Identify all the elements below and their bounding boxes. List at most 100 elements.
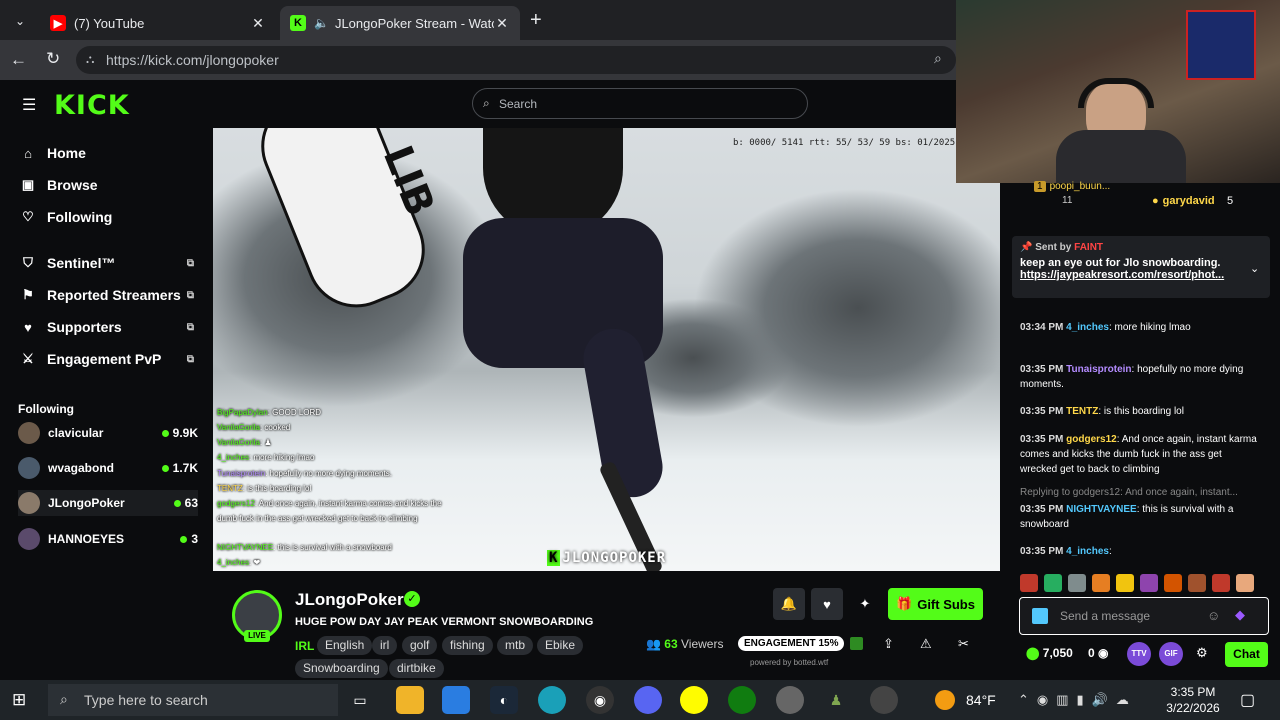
snapchat-icon[interactable] [680, 686, 708, 714]
start-icon[interactable]: ⊞ [12, 690, 26, 710]
kicks-balance[interactable]: 0 ◉ [1088, 646, 1109, 660]
stream-watermark: K JLONGOPOKER [547, 550, 667, 566]
bell-icon: 🔔 [780, 596, 798, 611]
store-icon[interactable] [442, 686, 470, 714]
menu-icon[interactable]: ☰ [22, 95, 36, 115]
taskbar-search-input[interactable]: ⌕ Type here to search [48, 684, 338, 716]
emote [1044, 574, 1062, 592]
tag[interactable]: dirtbike [389, 659, 444, 678]
pinned-message[interactable]: 📌 Sent by FAINT keep an eye out for Jlo … [1012, 236, 1270, 298]
tab-youtube[interactable]: ▶ (7) YouTube ✕ [40, 6, 276, 40]
emoji-icon[interactable]: ☺ [1207, 608, 1220, 623]
home-icon: ⌂ [24, 145, 32, 161]
following-channel[interactable]: wvagabond 1.7K [18, 455, 198, 481]
tag[interactable]: Snowboarding [295, 659, 388, 678]
sidebar-item-home[interactable]: ⌂ Home [19, 145, 194, 161]
new-tab-button[interactable]: + [530, 8, 550, 32]
xbox-icon[interactable] [728, 686, 756, 714]
chat-send-button[interactable]: Chat [1225, 642, 1268, 667]
video-player[interactable]: LIB b: 0000/ 5141 rtt: 55/ 53/ 59 bs: 01… [213, 128, 1000, 571]
chevron-down-icon[interactable]: ⌄ [1250, 262, 1259, 275]
following-channel[interactable]: clavicular 9.9K [18, 420, 198, 446]
following-channel[interactable]: HANNOEYES 3 [18, 526, 198, 552]
chat-message[interactable]: 03:34 PM 4_inches: more hiking lmao [1020, 320, 1260, 335]
overlay-chat-line: godgers12: And once again, instant karma… [217, 499, 442, 523]
sidebar-item-engagement-pvp[interactable]: ⚔ Engagement PvP ⧉ [19, 351, 194, 367]
address-bar[interactable]: ⛬ https://kick.com/jlongopoker ⌕ [76, 46, 956, 74]
close-tab-icon[interactable]: ✕ [250, 15, 266, 32]
weather-temp[interactable]: 84°F [966, 692, 996, 708]
emote [1116, 574, 1134, 592]
ttv-badge[interactable]: TTV [1127, 642, 1151, 666]
bot-icon[interactable]: ◆ [1235, 607, 1245, 623]
discord-icon[interactable] [634, 686, 662, 714]
clock-app-icon[interactable] [870, 686, 898, 714]
channel-points[interactable]: ⬤ 7,050 [1026, 646, 1073, 660]
notifications-icon[interactable]: ▢ [1240, 690, 1255, 710]
settings-icon[interactable]: ⚙ [1196, 645, 1208, 661]
speaker-icon[interactable]: 🔈 [314, 16, 329, 30]
tag[interactable]: fishing [442, 636, 493, 655]
task-view-icon[interactable]: ▭ [346, 686, 374, 714]
emote [1140, 574, 1158, 592]
steam-icon[interactable]: ◐ [490, 686, 518, 714]
following-title: Following [18, 402, 74, 416]
emote [1092, 574, 1110, 592]
category-link[interactable]: IRL [295, 639, 314, 653]
close-tab-icon[interactable]: ✕ [494, 15, 510, 32]
engagement-icon[interactable] [850, 637, 863, 650]
flag-icon: ⚑ [22, 287, 34, 302]
gif-badge[interactable]: GIF [1159, 642, 1183, 666]
search-lens-icon[interactable]: ⌕ [934, 50, 942, 67]
emote-bar[interactable] [1020, 574, 1260, 592]
tag[interactable]: golf [402, 636, 438, 655]
tag[interactable]: English [317, 636, 373, 655]
share-icon[interactable]: ⇪ [883, 636, 894, 652]
sidebar-item-browse[interactable]: ▣ Browse [19, 177, 194, 193]
following-channel[interactable]: JLongoPoker 63 [18, 490, 198, 516]
sidebar-item-following[interactable]: ♡ Following [19, 209, 194, 225]
tab-list-button[interactable]: ⌄ [8, 10, 32, 32]
sparkle-button[interactable]: ✦ [849, 588, 881, 620]
sidebar-item-supporters[interactable]: ♥ Supporters ⧉ [19, 319, 194, 335]
browse-icon: ▣ [21, 177, 35, 192]
app-icon[interactable] [776, 686, 804, 714]
sidebar-item-reported-streamers[interactable]: ⚑ Reported Streamers ⧉ [19, 287, 194, 303]
emote [1164, 574, 1182, 592]
notification-bell-button[interactable]: 🔔 [773, 588, 805, 620]
reply-preview: Replying to godgers12: And once again, i… [1020, 487, 1238, 498]
engagement-meter: ENGAGEMENT 15% [738, 636, 845, 651]
tag[interactable]: Ebike [537, 636, 584, 655]
chat-message[interactable]: 03:35 PM Tunaisprotein: hopefully no mor… [1020, 362, 1260, 392]
chat-message[interactable]: 03:35 PM TENTZ: is this boarding lol [1020, 404, 1260, 419]
site-info-icon[interactable]: ⛬ [86, 52, 94, 67]
report-icon[interactable]: ⚠ [920, 636, 932, 652]
file-explorer-icon[interactable] [396, 686, 424, 714]
search-input[interactable]: ⌕ Search [472, 88, 808, 119]
gift-icon: 🎁 [896, 596, 913, 611]
channel-name[interactable]: JLongoPoker [295, 590, 404, 610]
tab-kick[interactable]: K 🔈 JLongoPoker Stream - Watch Live on K… [280, 6, 520, 40]
taskbar-clock[interactable]: 3:35 PM 3/22/2026 [1158, 684, 1228, 716]
kick-logo[interactable]: KICK [54, 90, 130, 121]
clip-icon[interactable]: ✂ [958, 636, 969, 652]
search-icon: ⌕ [483, 96, 490, 110]
back-icon[interactable]: ← [10, 50, 27, 70]
obs-icon[interactable]: ◉ [586, 686, 614, 714]
overlay-chat-line: TENTZ: is this boarding lol [217, 484, 312, 493]
chat-message[interactable]: 03:35 PM godgers12: And once again, inst… [1020, 432, 1260, 477]
chess-icon[interactable]: ♟ [822, 686, 850, 714]
chat-input[interactable]: Send a message ☺ ◆ [1019, 597, 1269, 635]
follow-button[interactable]: ♥ [811, 588, 843, 620]
tray-icons[interactable]: ⌃◉▥▮🔊☁ [1018, 692, 1137, 708]
tag[interactable]: irl [372, 636, 398, 655]
sidebar-item-sentinel[interactable]: ⛉ Sentinel™ ⧉ [19, 255, 194, 271]
gift-subs-button[interactable]: 🎁 Gift Subs [888, 588, 983, 620]
chat-message[interactable]: 03:35 PM NIGHTVAYNEE: this is survival w… [1020, 502, 1260, 532]
edge-icon[interactable] [538, 686, 566, 714]
chat-message[interactable]: 03:35 PM 4_inches: [1020, 544, 1260, 559]
tag[interactable]: mtb [497, 636, 534, 655]
emote [1236, 574, 1254, 592]
reload-icon[interactable]: ↻ [46, 49, 60, 69]
stream-title: HUGE POW DAY JAY PEAK VERMONT SNOWBOARDI… [295, 616, 594, 628]
